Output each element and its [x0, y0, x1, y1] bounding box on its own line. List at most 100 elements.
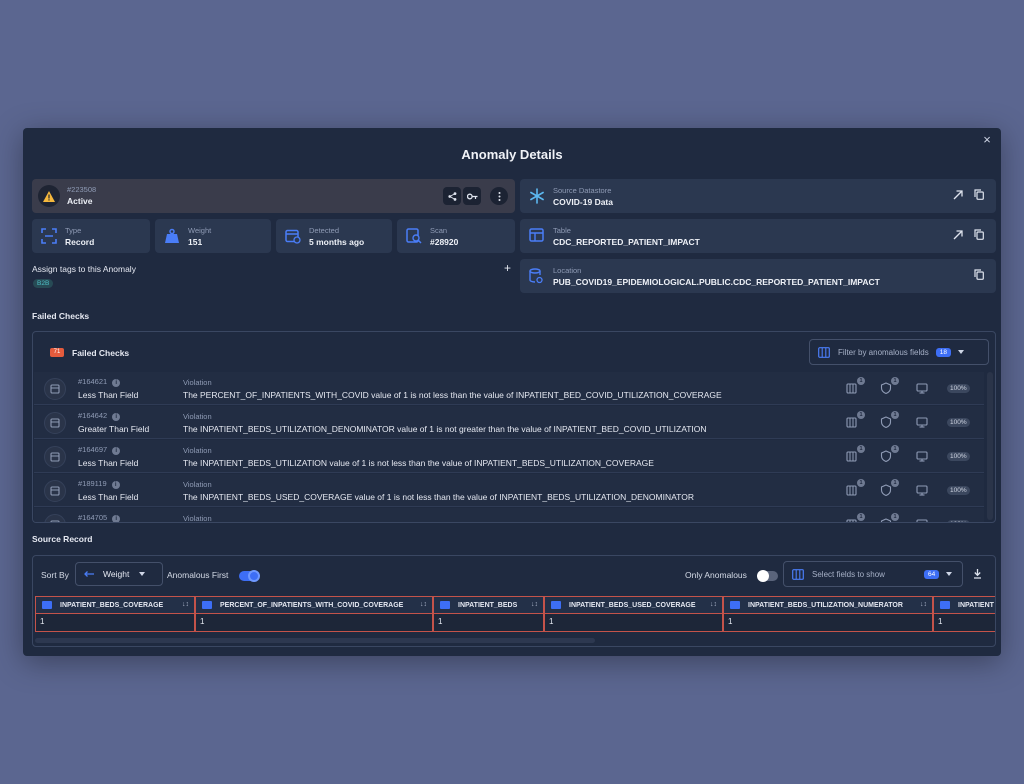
datastore-label: Source Datastore	[553, 186, 612, 195]
violation-text: The INPATIENT_BEDS_USED_COVERAGE value o…	[183, 492, 694, 502]
comment-icon	[730, 601, 740, 609]
failed-check-row[interactable]: #164642 i Greater Than Field Violation The I…	[34, 406, 984, 439]
weight-icon	[164, 228, 180, 244]
only-anomalous-toggle[interactable]	[757, 570, 778, 582]
check-id[interactable]: #164642	[78, 411, 107, 420]
info-icon[interactable]: i	[112, 515, 121, 522]
select-fields-dropdown[interactable]: Select fields to show 64	[783, 561, 963, 587]
violation-text: The INPATIENT_BEDS_UTILIZATION_DENOMINAT…	[183, 424, 707, 434]
fields-count-badge: 64	[924, 569, 940, 579]
failed-check-row[interactable]: #164621 i Less Than Field Violation The PERC…	[34, 372, 984, 405]
violation-label: Violation	[183, 446, 212, 455]
detected-value: 5 months ago	[309, 237, 365, 247]
column-header[interactable]: INPATIENT_BEDS ↓↕	[433, 596, 544, 614]
comment-icon	[440, 601, 450, 609]
open-external-icon[interactable]	[953, 190, 963, 200]
check-name: Less Than Field	[78, 390, 139, 400]
only-anomalous-label: Only Anomalous	[685, 570, 747, 580]
shield-icon[interactable]: 1	[880, 513, 899, 522]
status-card: #223508 Active	[32, 179, 515, 213]
monitor-icon[interactable]	[916, 517, 932, 522]
check-id[interactable]: #164705	[78, 513, 107, 522]
copy-icon[interactable]	[974, 189, 984, 200]
columns-icon[interactable]: 1	[846, 513, 865, 522]
action-count: 1	[857, 513, 865, 521]
close-icon[interactable]: ×	[979, 132, 995, 148]
comment-icon	[551, 601, 561, 609]
column-header[interactable]: INPATIENT_BEDS_USED_COVERAGE ↓↕	[544, 596, 723, 614]
vertical-scrollbar[interactable]	[987, 372, 993, 520]
shield-icon[interactable]: 1	[880, 411, 899, 429]
copy-icon[interactable]	[974, 269, 984, 280]
violation-text: The INPATIENT_BEDS_UTILIZATION value of …	[183, 458, 654, 468]
columns-icon	[792, 568, 804, 580]
sort-icon[interactable]: ↓↕	[531, 601, 538, 608]
columns-icon[interactable]: 1	[846, 411, 865, 429]
coverage-percent: 100%	[947, 418, 970, 427]
check-type-icon	[44, 514, 66, 522]
copy-icon[interactable]	[974, 229, 984, 240]
shield-icon[interactable]: 1	[880, 479, 899, 497]
database-icon	[529, 268, 543, 284]
sort-icon[interactable]: ↓↕	[710, 601, 717, 608]
table-label: Table	[553, 226, 571, 235]
filter-placeholder: Filter by anomalous fields	[838, 347, 929, 357]
horizontal-scrollbar[interactable]	[35, 638, 595, 643]
more-options-icon[interactable]	[490, 187, 508, 205]
sort-icon[interactable]: ↓↕	[182, 601, 189, 608]
failed-check-row[interactable]: #164697 i Less Than Field Violation The INPA…	[34, 440, 984, 473]
column-header[interactable]: PERCENT_OF_INPATIENTS_WITH_COVID_COVERAG…	[195, 596, 433, 614]
table-value: CDC_REPORTED_PATIENT_IMPACT	[553, 237, 700, 247]
anomalous-first-toggle[interactable]	[239, 570, 260, 582]
check-name: Less Than Field	[78, 458, 139, 468]
sort-icon[interactable]: ↓↕	[420, 601, 427, 608]
sort-by-label: Sort By	[41, 570, 69, 580]
filter-anomalous-fields[interactable]: Filter by anomalous fields 18	[809, 339, 989, 365]
monitor-icon[interactable]	[916, 483, 932, 497]
sort-by-select[interactable]: Weight	[75, 562, 163, 586]
scan-value[interactable]: #28920	[430, 237, 458, 247]
info-icon[interactable]: i	[111, 481, 120, 489]
check-id[interactable]: #164697	[78, 445, 107, 454]
monitor-icon[interactable]	[916, 415, 932, 429]
failed-checks-section-label: Failed Checks	[32, 311, 90, 321]
scan-label: Scan	[430, 226, 448, 235]
share-icon[interactable]	[443, 187, 461, 205]
shield-icon[interactable]: 1	[880, 445, 899, 463]
column-header[interactable]: INPATIENT_BEDS_UTILIZATION_NUMERATOR ↓↕	[723, 596, 933, 614]
add-tag-icon[interactable]: +	[504, 261, 511, 275]
sort-icon[interactable]: ↓↕	[920, 601, 927, 608]
check-type-icon	[44, 480, 66, 502]
failed-check-row[interactable]: #164705 i Violation 1 1 100%	[34, 508, 984, 522]
info-icon[interactable]: i	[112, 379, 121, 387]
weight-card: Weight 151	[155, 219, 271, 253]
check-id[interactable]: #164621	[78, 377, 107, 386]
table-icon	[529, 228, 544, 242]
scan-icon	[406, 228, 422, 244]
column-header[interactable]: INPATIENT_BEDS_COVERAGE ↓↕	[35, 596, 195, 614]
tag-badge[interactable]: B2B	[33, 279, 54, 288]
coverage-percent: 100%	[947, 486, 970, 495]
columns-icon[interactable]: 1	[846, 377, 865, 395]
shield-icon[interactable]: 1	[880, 377, 899, 395]
monitor-icon[interactable]	[916, 449, 932, 463]
columns-icon[interactable]: 1	[846, 445, 865, 463]
column-value: 1	[35, 614, 195, 632]
failed-check-row[interactable]: #189119 i Less Than Field Violation The INPA…	[34, 474, 984, 507]
open-external-icon[interactable]	[953, 230, 963, 240]
failed-checks-header: Failed Checks	[72, 348, 130, 358]
key-icon[interactable]	[463, 187, 481, 205]
column-header[interactable]: INPATIENT	[933, 596, 995, 614]
modal-title: Anomaly Details	[461, 147, 563, 162]
violation-label: Violation	[183, 378, 212, 387]
info-icon[interactable]: i	[112, 413, 121, 421]
monitor-icon[interactable]	[916, 381, 932, 395]
info-icon[interactable]: i	[112, 447, 121, 455]
columns-icon[interactable]: 1	[846, 479, 865, 497]
column-name: INPATIENT_BEDS_USED_COVERAGE	[569, 601, 696, 609]
action-count: 1	[857, 377, 865, 385]
download-icon[interactable]	[973, 569, 982, 579]
coverage-percent: 100%	[947, 384, 970, 393]
column-name: INPATIENT_BEDS_UTILIZATION_NUMERATOR	[748, 601, 903, 609]
check-id[interactable]: #189119	[78, 479, 107, 488]
